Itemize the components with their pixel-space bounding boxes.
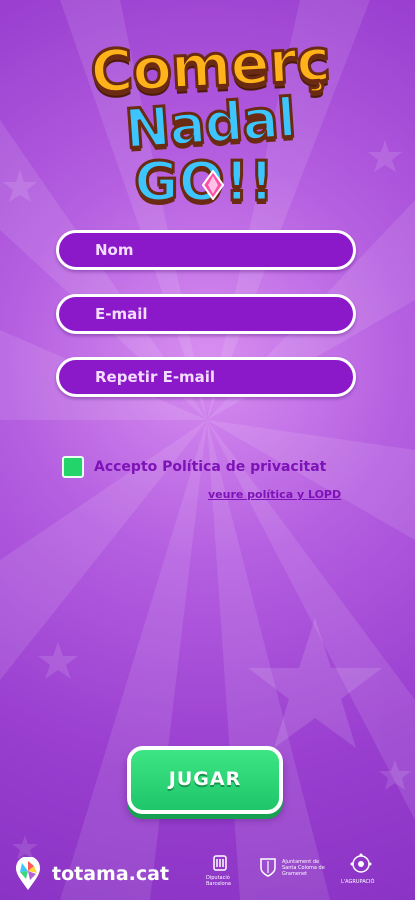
sponsor-agrupacio: L'AGRUPACIÓ: [341, 879, 375, 885]
game-logo: Comerç Nadal GO!!: [60, 22, 360, 222]
name-field-placeholder: Nom: [95, 241, 134, 259]
email-field[interactable]: E-mail: [56, 294, 356, 334]
sponsor-ajuntament: Ajuntament de Santa Coloma de Gramenet: [282, 859, 325, 877]
gem-icon: [202, 170, 224, 200]
privacy-consent: Accepto Política de privacitat: [62, 456, 326, 478]
agrupacio-logo-icon: [350, 853, 372, 873]
repeat-email-field-placeholder: Repetir E-mail: [95, 368, 216, 386]
repeat-email-field[interactable]: Repetir E-mail: [56, 357, 356, 397]
sponsor-diputacio: Diputació Barcelona: [206, 875, 231, 887]
ajuntament-logo-icon: [260, 858, 276, 877]
diputacio-logo-icon: [213, 855, 227, 871]
email-field-placeholder: E-mail: [95, 305, 148, 323]
footer: totama.cat Diputació Barcelona Ajuntamen…: [0, 845, 415, 900]
brand-name: totama.cat: [52, 863, 170, 885]
privacy-consent-label: Accepto Política de privacitat: [94, 459, 327, 475]
totama-logo-icon: [16, 857, 40, 890]
privacy-policy-link[interactable]: veure política y LOPD: [208, 488, 341, 501]
play-button[interactable]: JUGAR: [127, 746, 283, 814]
name-field[interactable]: Nom: [56, 230, 356, 270]
privacy-checkbox[interactable]: [62, 456, 84, 478]
